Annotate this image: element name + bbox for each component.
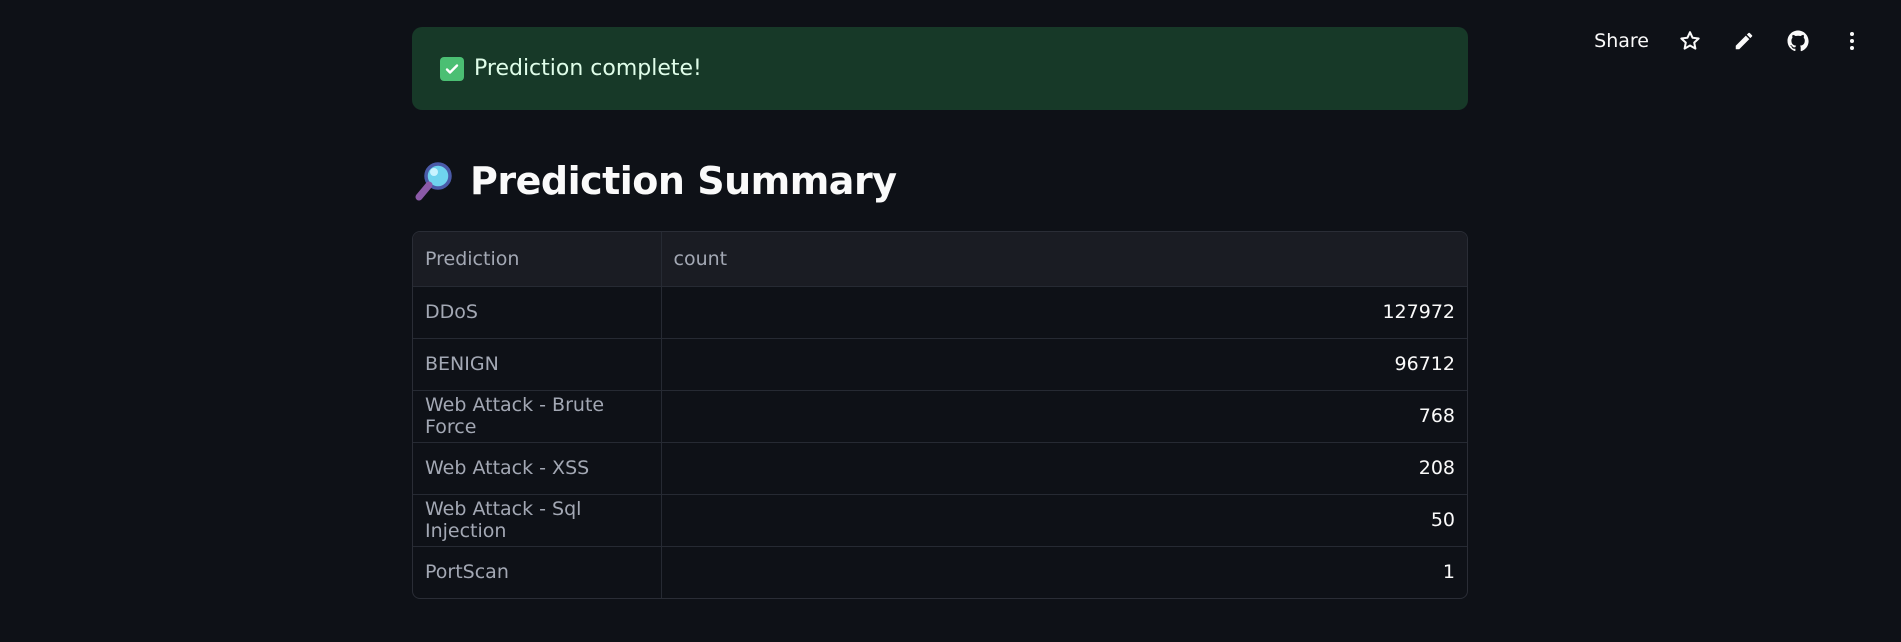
table-row: BENIGN 96712	[413, 338, 1467, 391]
prediction-cell[interactable]: DDoS	[413, 286, 662, 339]
section-heading: Prediction Summary	[412, 152, 1468, 210]
prediction-cell[interactable]: Web Attack - Brute Force	[413, 390, 662, 443]
success-alert: Prediction complete!	[412, 27, 1468, 110]
alert-message: Prediction complete!	[474, 56, 702, 81]
table-row: DDoS 127972	[413, 286, 1467, 339]
count-cell[interactable]: 96712	[661, 338, 1467, 391]
prediction-cell[interactable]: BENIGN	[413, 338, 662, 391]
count-cell[interactable]: 768	[661, 390, 1467, 443]
star-button[interactable]	[1663, 22, 1717, 60]
pencil-icon	[1735, 32, 1753, 50]
table-row: Web Attack - XSS 208	[413, 442, 1467, 495]
table-row: PortScan 1	[413, 546, 1467, 598]
count-cell[interactable]: 208	[661, 442, 1467, 495]
table-row: Web Attack - Brute Force 768	[413, 390, 1467, 443]
edit-button[interactable]	[1717, 22, 1771, 60]
more-options-button[interactable]	[1825, 22, 1879, 60]
app-page: Share Prediction complete! Prediction Su…	[0, 0, 1901, 642]
table-header-row: Prediction count	[413, 232, 1467, 287]
prediction-cell[interactable]: PortScan	[413, 546, 662, 598]
main-content: Prediction complete! Prediction Summary …	[412, 27, 1468, 599]
count-cell[interactable]: 127972	[661, 286, 1467, 339]
page-title: Prediction Summary	[470, 159, 897, 203]
column-header-count[interactable]: count	[661, 232, 1467, 287]
count-cell[interactable]: 1	[661, 546, 1467, 598]
share-button[interactable]: Share	[1580, 22, 1663, 60]
column-header-prediction[interactable]: Prediction	[413, 232, 662, 287]
prediction-cell[interactable]: Web Attack - Sql Injection	[413, 494, 662, 547]
header-toolbar: Share	[1580, 22, 1879, 60]
count-cell[interactable]: 50	[661, 494, 1467, 547]
github-button[interactable]	[1771, 22, 1825, 60]
check-icon	[440, 56, 464, 81]
more-vertical-icon	[1850, 32, 1854, 50]
summary-table[interactable]: Prediction count DDoS 127972 BENIGN 9671…	[412, 231, 1468, 599]
prediction-cell[interactable]: Web Attack - XSS	[413, 442, 662, 495]
table-row: Web Attack - Sql Injection 50	[413, 494, 1467, 547]
star-icon	[1680, 31, 1700, 50]
github-icon	[1787, 30, 1809, 52]
magnifier-icon	[415, 162, 452, 201]
